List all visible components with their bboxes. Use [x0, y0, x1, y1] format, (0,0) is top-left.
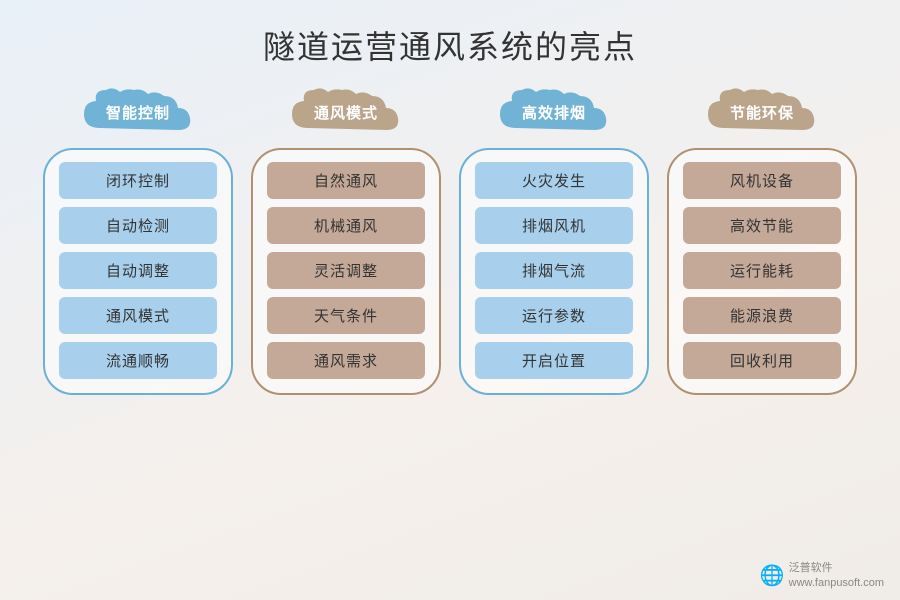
watermark-text: 泛普软件 www.fanpusoft.com: [789, 561, 884, 590]
cloud-label-col2: 通风模式: [314, 102, 378, 123]
cloud-badge-col2: 通风模式: [286, 86, 406, 138]
watermark: 🌐 泛普软件 www.fanpusoft.com: [760, 561, 884, 590]
item-col4-0[interactable]: 风机设备: [683, 162, 841, 199]
item-col1-2[interactable]: 自动调整: [59, 252, 217, 289]
item-col4-3[interactable]: 能源浪费: [683, 297, 841, 334]
item-col2-2[interactable]: 灵活调整: [267, 252, 425, 289]
item-col4-4[interactable]: 回收利用: [683, 342, 841, 379]
item-col2-4[interactable]: 通风需求: [267, 342, 425, 379]
column-col3: 高效排烟火灾发生排烟风机排烟气流运行参数开启位置: [459, 86, 649, 395]
cloud-label-col3: 高效排烟: [522, 102, 586, 123]
item-col2-3[interactable]: 天气条件: [267, 297, 425, 334]
page-title: 隧道运营通风系统的亮点: [0, 0, 900, 86]
item-col3-0[interactable]: 火灾发生: [475, 162, 633, 199]
item-col3-3[interactable]: 运行参数: [475, 297, 633, 334]
item-col3-2[interactable]: 排烟气流: [475, 252, 633, 289]
watermark-url: www.fanpusoft.com: [789, 576, 884, 590]
item-col1-1[interactable]: 自动检测: [59, 207, 217, 244]
cloud-label-col1: 智能控制: [106, 102, 170, 123]
item-col1-3[interactable]: 通风模式: [59, 297, 217, 334]
column-col2: 通风模式自然通风机械通风灵活调整天气条件通风需求: [251, 86, 441, 395]
watermark-icon: 🌐: [760, 563, 785, 588]
item-col2-0[interactable]: 自然通风: [267, 162, 425, 199]
card-col2: 自然通风机械通风灵活调整天气条件通风需求: [251, 148, 441, 395]
item-col2-1[interactable]: 机械通风: [267, 207, 425, 244]
item-col3-4[interactable]: 开启位置: [475, 342, 633, 379]
column-col4: 节能环保风机设备高效节能运行能耗能源浪费回收利用: [667, 86, 857, 395]
item-col4-2[interactable]: 运行能耗: [683, 252, 841, 289]
watermark-brand: 泛普软件: [789, 561, 884, 575]
cloud-label-col4: 节能环保: [730, 102, 794, 123]
column-col1: 智能控制闭环控制自动检测自动调整通风模式流通顺畅: [43, 86, 233, 395]
cloud-badge-col4: 节能环保: [702, 86, 822, 138]
card-col3: 火灾发生排烟风机排烟气流运行参数开启位置: [459, 148, 649, 395]
item-col1-0[interactable]: 闭环控制: [59, 162, 217, 199]
item-col3-1[interactable]: 排烟风机: [475, 207, 633, 244]
item-col4-1[interactable]: 高效节能: [683, 207, 841, 244]
card-col4: 风机设备高效节能运行能耗能源浪费回收利用: [667, 148, 857, 395]
cloud-badge-col1: 智能控制: [78, 86, 198, 138]
card-col1: 闭环控制自动检测自动调整通风模式流通顺畅: [43, 148, 233, 395]
cloud-badge-col3: 高效排烟: [494, 86, 614, 138]
columns-container: 智能控制闭环控制自动检测自动调整通风模式流通顺畅通风模式自然通风机械通风灵活调整…: [0, 86, 900, 395]
item-col1-4[interactable]: 流通顺畅: [59, 342, 217, 379]
